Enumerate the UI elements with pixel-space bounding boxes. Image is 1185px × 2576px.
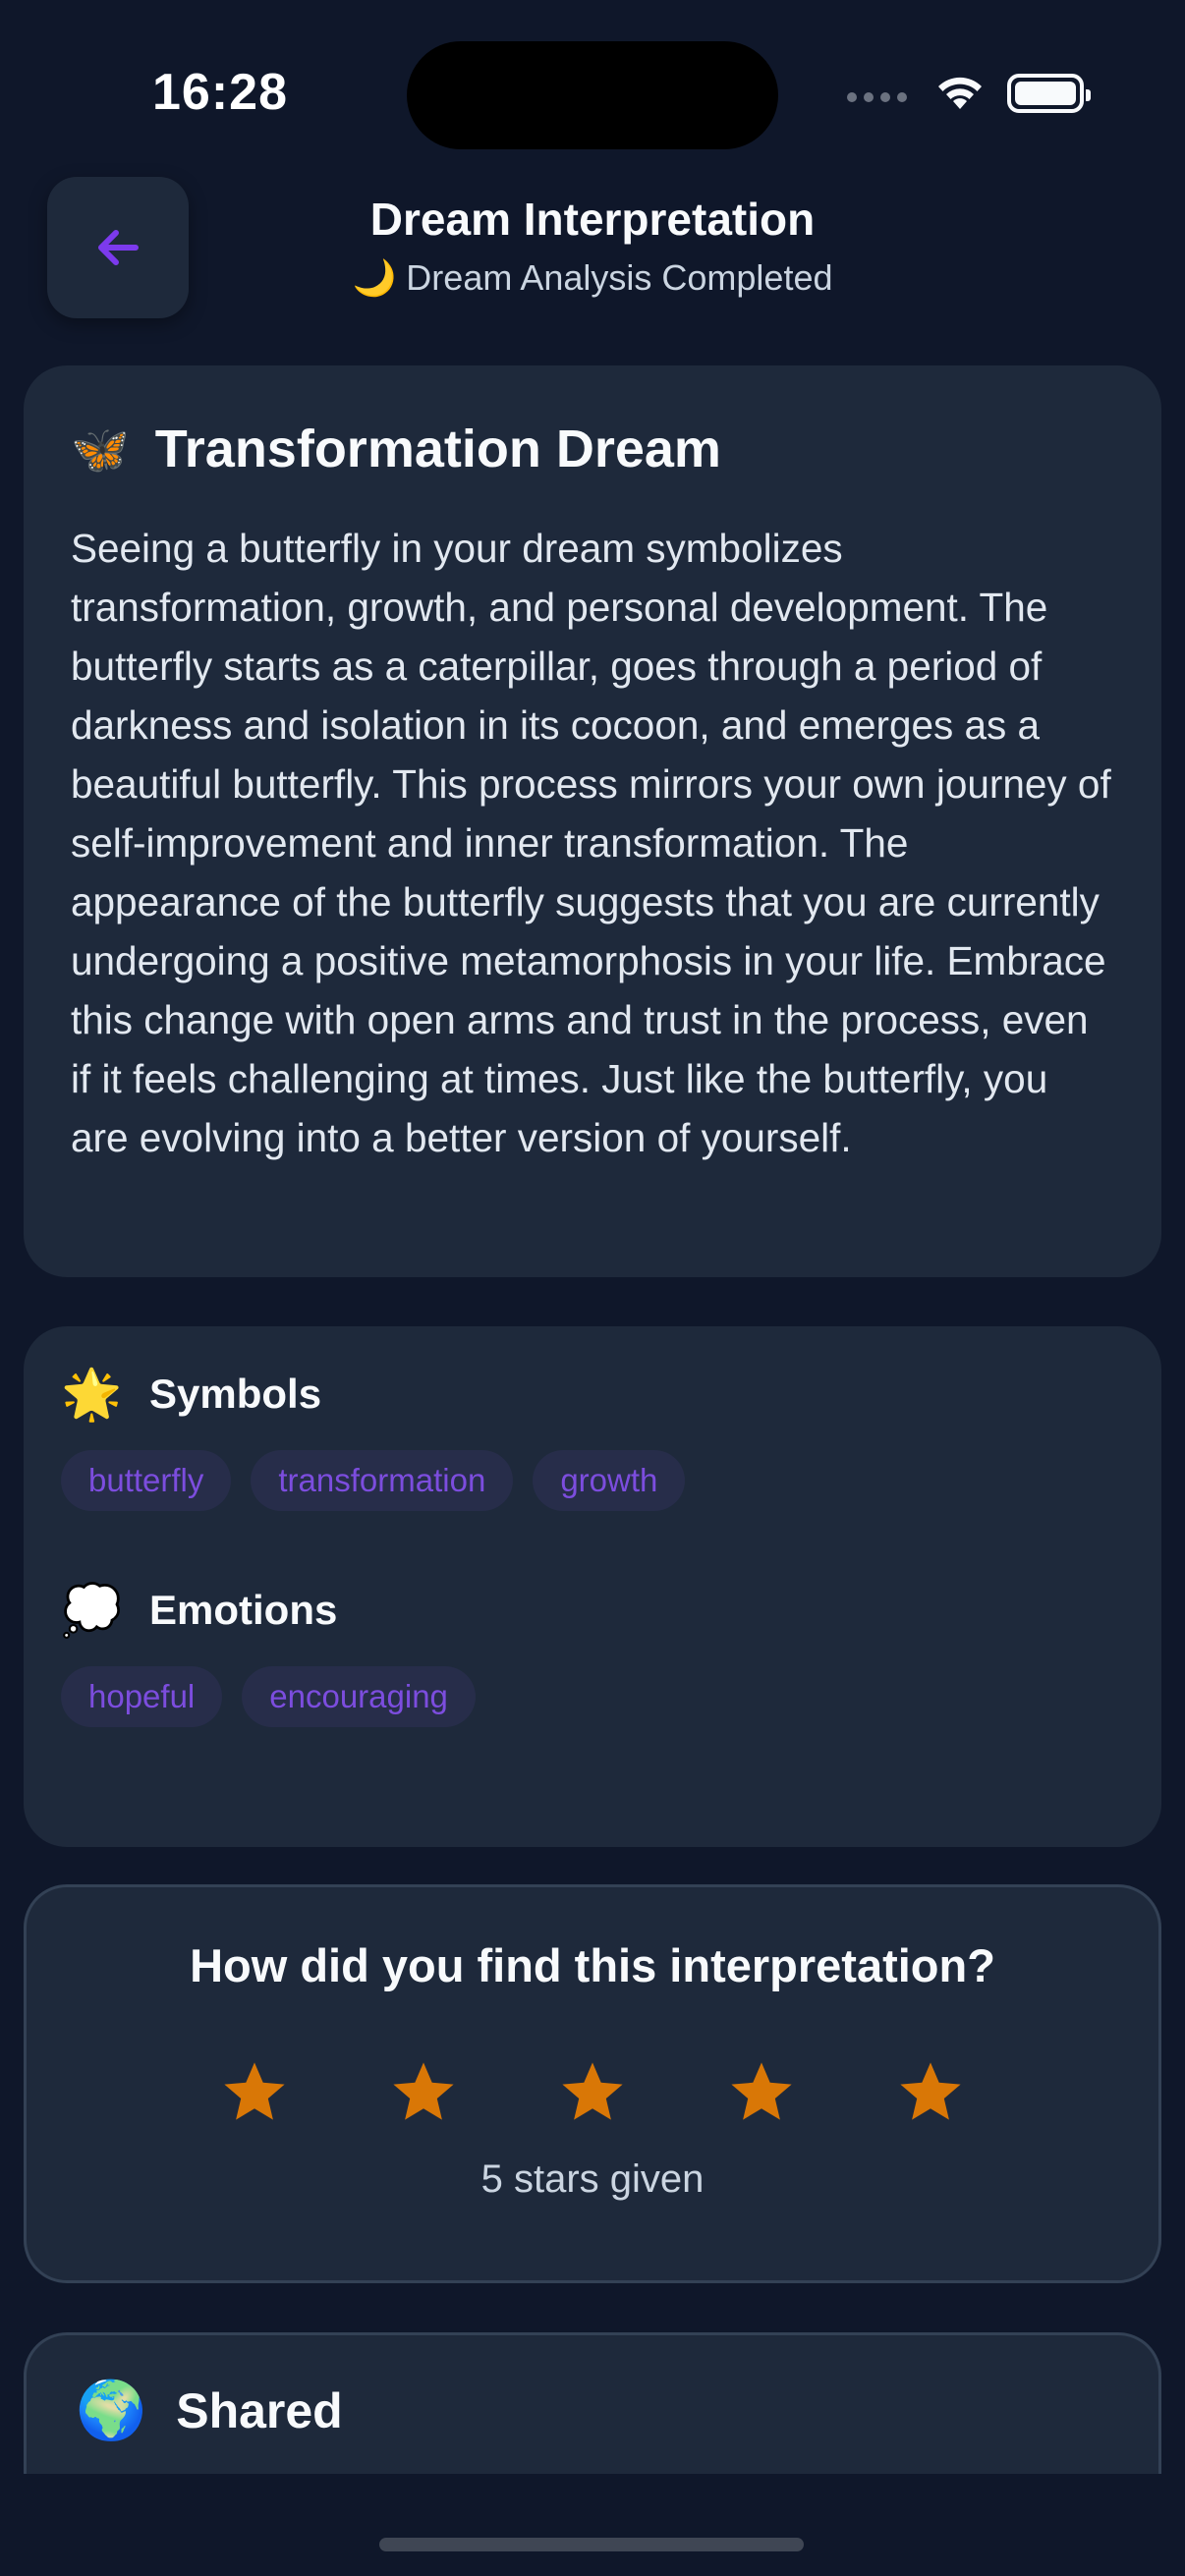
shared-title: Shared (176, 2382, 343, 2438)
bottom-safe-area (0, 2474, 1185, 2576)
dynamic-island (407, 41, 778, 149)
emotions-title: Emotions (149, 1587, 338, 1633)
star-icon[interactable] (895, 2057, 966, 2128)
thought-bubble-icon: 💭 (61, 1581, 123, 1639)
symbols-chips: butterfly transformation growth (61, 1450, 1124, 1511)
star-rating[interactable] (27, 2057, 1158, 2128)
star-icon[interactable] (726, 2057, 797, 2128)
interpretation-text: Seeing a butterfly in your dream symboli… (71, 526, 1111, 1160)
status-time: 16:28 (152, 64, 288, 121)
symbol-chip[interactable]: transformation (251, 1450, 514, 1511)
rating-card: How did you find this interpretation? 5 … (24, 1884, 1161, 2283)
cellular-signal-icon (847, 92, 907, 102)
symbols-title: Symbols (149, 1371, 322, 1417)
battery-icon (1007, 74, 1091, 113)
emotions-header: 💭 Emotions (61, 1578, 1124, 1643)
status-icons (847, 69, 1091, 118)
butterfly-icon: 🦋 (71, 421, 130, 477)
emotion-chip[interactable]: encouraging (242, 1666, 476, 1727)
interpretation-title-row: 🦋 Transformation Dream (71, 415, 1114, 483)
emotions-chips: hopeful encouraging (61, 1666, 1124, 1727)
emotion-chip[interactable]: hopeful (61, 1666, 223, 1727)
symbol-chip[interactable]: growth (533, 1450, 686, 1511)
screen: 16:28 Dream Interpretation 🌙 Dream Analy… (0, 0, 1185, 2576)
home-indicator[interactable] (379, 2538, 804, 2551)
symbols-header: 🌟 Symbols (61, 1362, 1124, 1427)
star-icon[interactable] (557, 2057, 628, 2128)
star-glow-icon: 🌟 (61, 1365, 123, 1423)
symbols-emotions-card: 🌟 Symbols butterfly transformation growt… (24, 1326, 1161, 1847)
page-title: Dream Interpretation (369, 194, 816, 245)
star-icon[interactable] (388, 2057, 459, 2128)
rating-question: How did you find this interpretation? (190, 1939, 995, 1991)
page-subtitle: 🌙 Dream Analysis Completed (352, 257, 833, 298)
globe-icon: 🌍 (76, 2377, 147, 2443)
wifi-icon (938, 77, 982, 109)
interpretation-title: Transformation Dream (154, 420, 721, 478)
star-icon[interactable] (219, 2057, 290, 2128)
shared-header: 🌍 Shared (76, 2377, 1109, 2444)
symbol-chip[interactable]: butterfly (61, 1450, 232, 1511)
rating-caption: 5 stars given (480, 2157, 705, 2201)
interpretation-card: 🦋 Transformation Dream Seeing a butterfl… (24, 365, 1161, 1277)
